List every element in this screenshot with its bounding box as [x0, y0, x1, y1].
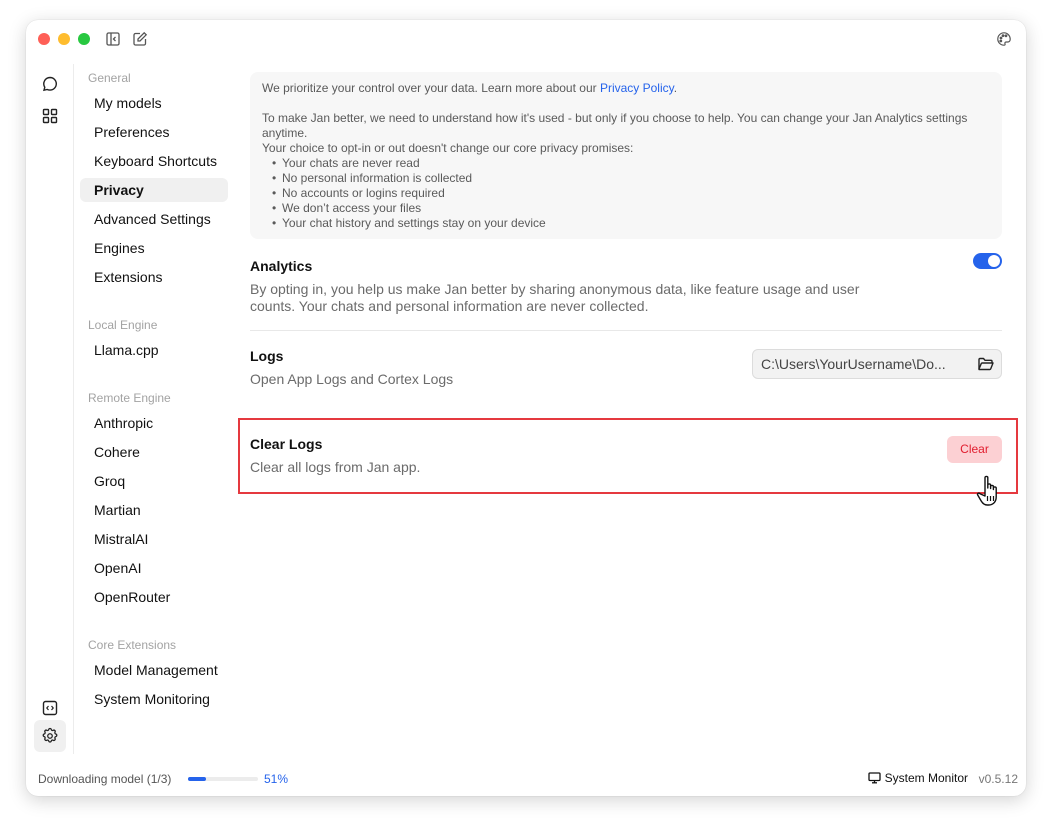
sidebar-item-openai[interactable]: OpenAI [80, 556, 228, 580]
sidebar-item-llama-cpp[interactable]: Llama.cpp [80, 338, 228, 362]
toggle-sidebar-icon[interactable] [104, 30, 122, 48]
app-window: General My models Preferences Keyboard S… [26, 20, 1026, 796]
sidebar-item-privacy[interactable]: Privacy [80, 178, 228, 202]
sidebar-item-groq[interactable]: Groq [80, 469, 228, 493]
window-minimize-button[interactable] [58, 33, 70, 45]
sidebar-item-preferences[interactable]: Preferences [80, 120, 228, 144]
logs-setting: Logs Open App Logs and Cortex Logs C:\Us… [250, 346, 1002, 408]
privacy-policy-link[interactable]: Privacy Policy [600, 81, 674, 95]
sidebar-group-local-engine: Local Engine Llama.cpp [74, 315, 234, 362]
logs-path-text: C:\Users\YourUsername\Do... [761, 356, 946, 372]
sidebar-item-openrouter[interactable]: OpenRouter [80, 585, 228, 609]
promise-item: No accounts or logins required [272, 186, 990, 201]
clear-logs-title: Clear Logs [250, 436, 323, 452]
sidebar-item-system-monitoring[interactable]: System Monitoring [80, 687, 228, 711]
notice-promises-intro: Your choice to opt-in or out doesn't cha… [262, 141, 634, 155]
left-ribbon [26, 64, 74, 754]
promise-item: Your chat history and settings stay on y… [272, 216, 990, 231]
sidebar-item-advanced-settings[interactable]: Advanced Settings [80, 207, 228, 231]
notice-intro-text: We prioritize your control over your dat… [262, 81, 600, 95]
analytics-description: By opting in, you help us make Jan bette… [250, 281, 860, 314]
notice-analytics-text: To make Jan better, we need to understan… [262, 111, 968, 140]
grid-icon [41, 107, 59, 125]
window-close-button[interactable] [38, 33, 50, 45]
system-monitor-label: System Monitor [884, 771, 968, 785]
sidebar-group-general: General My models Preferences Keyboard S… [74, 64, 234, 289]
palette-icon[interactable] [995, 30, 1013, 48]
notice-intro-suffix: . [673, 81, 678, 95]
ribbon-settings-button[interactable] [34, 720, 66, 752]
sidebar-group-title: Remote Engine [88, 391, 171, 405]
sidebar-group-core-extensions: Core Extensions Model Management System … [74, 635, 234, 711]
monitor-icon [867, 772, 881, 784]
download-percent: 51% [264, 772, 289, 786]
window-maximize-button[interactable] [78, 33, 90, 45]
sidebar-item-keyboard-shortcuts[interactable]: Keyboard Shortcuts [80, 149, 228, 173]
promise-item: No personal information is collected [272, 171, 990, 186]
promise-item: We don’t access your files [272, 201, 990, 216]
folder-open-icon[interactable] [971, 356, 1001, 372]
download-progress-fill [188, 777, 206, 781]
download-progress-bar [188, 777, 258, 781]
promise-item: Your chats are never read [272, 156, 990, 171]
system-monitor-button[interactable]: System Monitor [867, 771, 968, 785]
titlebar [26, 20, 1026, 58]
analytics-toggle[interactable] [973, 253, 1002, 269]
sidebar-item-anthropic[interactable]: Anthropic [80, 411, 228, 435]
clear-logs-description: Clear all logs from Jan app. [250, 459, 421, 475]
sidebar-item-martian[interactable]: Martian [80, 498, 228, 522]
sidebar-item-cohere[interactable]: Cohere [80, 440, 228, 464]
sidebar-item-model-management[interactable]: Model Management [80, 658, 228, 682]
app-version: v0.5.12 [978, 772, 1018, 786]
privacy-promises-list: Your chats are never read No personal in… [262, 156, 990, 231]
code-icon [41, 699, 59, 717]
analytics-title: Analytics [250, 258, 313, 274]
ribbon-chat-button[interactable] [34, 68, 66, 100]
chat-bubble-icon [41, 75, 59, 93]
sidebar-group-title: Core Extensions [88, 638, 177, 652]
logs-path-field[interactable]: C:\Users\YourUsername\Do... [752, 349, 1002, 379]
sidebar-group-remote-engine: Remote Engine Anthropic Cohere Groq Mart… [74, 388, 234, 609]
sidebar-item-engines[interactable]: Engines [80, 236, 228, 260]
sidebar-group-title: General [88, 71, 131, 85]
clear-logs-setting: Clear Logs Clear all logs from Jan app. … [250, 434, 1002, 476]
clear-logs-button[interactable]: Clear [947, 436, 1002, 463]
sidebar-item-extensions[interactable]: Extensions [80, 265, 228, 289]
settings-sidebar: General My models Preferences Keyboard S… [74, 64, 234, 754]
privacy-notice: We prioritize your control over your dat… [250, 72, 1002, 239]
toggle-knob [988, 255, 1000, 267]
analytics-setting: Analytics By opting in, you help us make… [250, 253, 1002, 331]
gear-icon [41, 727, 59, 745]
compose-icon[interactable] [131, 30, 149, 48]
ribbon-hub-button[interactable] [34, 100, 66, 132]
notice-intro: We prioritize your control over your dat… [262, 81, 990, 96]
privacy-settings-panel: We prioritize your control over your dat… [250, 72, 1002, 408]
download-status-label: Downloading model (1/3) [38, 772, 172, 786]
sidebar-item-mistralai[interactable]: MistralAI [80, 527, 228, 551]
status-bar: Downloading model (1/3) 51% System Monit… [26, 766, 1026, 796]
sidebar-item-my-models[interactable]: My models [80, 91, 228, 115]
sidebar-group-title: Local Engine [88, 318, 158, 332]
